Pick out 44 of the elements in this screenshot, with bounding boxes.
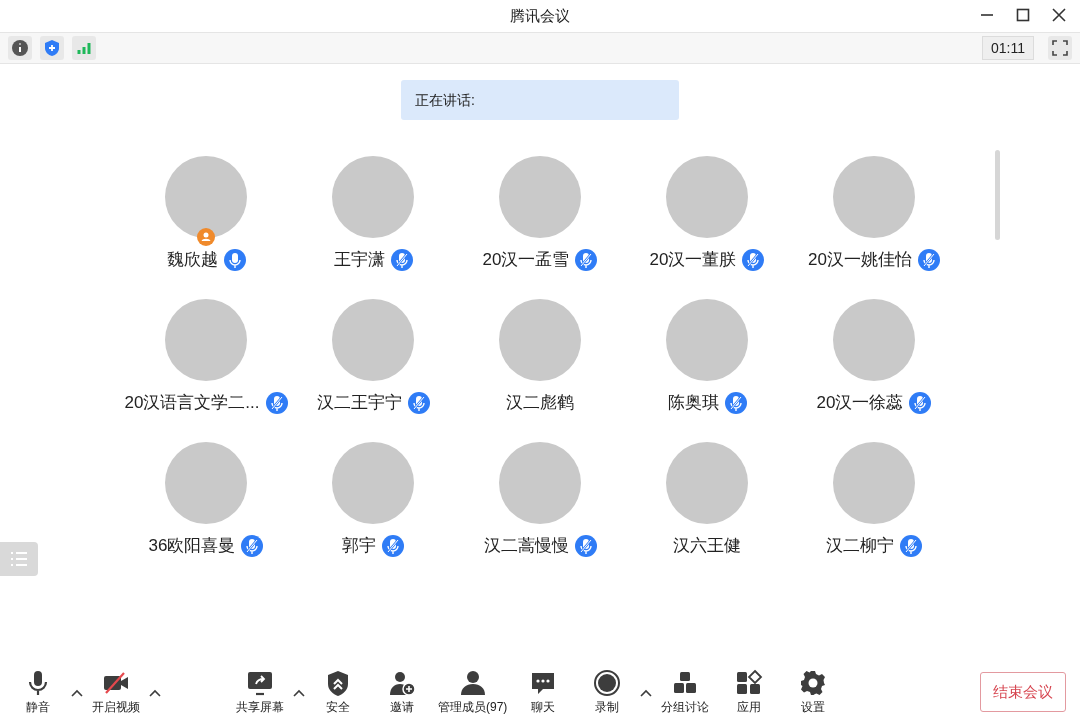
participant-name: 汉二柳宁 <box>826 535 894 558</box>
toolbar-button[interactable]: 开启视频 <box>86 668 146 716</box>
info-icon[interactable] <box>8 36 32 60</box>
toolbar-button[interactable]: 录制 <box>577 668 638 716</box>
participant-name: 陈奥琪 <box>667 392 719 415</box>
participant-name: 20汉一孟雪 <box>482 249 570 272</box>
list-toggle-button[interactable] <box>0 542 38 576</box>
end-meeting-button[interactable]: 结束会议 <box>980 672 1066 712</box>
participant-name: 魏欣越 <box>166 249 218 272</box>
fullscreen-icon[interactable] <box>1048 36 1072 60</box>
participant-name: 汉二蒿慢慢 <box>483 535 569 558</box>
speaking-banner: 正在讲话: <box>401 80 679 120</box>
toolbar-button[interactable]: 静音 <box>8 668 68 716</box>
toolbar-button[interactable]: 管理成员(97) <box>436 668 510 716</box>
caret-icon[interactable] <box>640 688 653 697</box>
meeting-timer: 01:11 <box>982 36 1034 60</box>
scrollbar[interactable] <box>995 150 1000 240</box>
caret-icon[interactable] <box>293 688 305 697</box>
toolbar-button[interactable]: 分组讨论 <box>655 668 716 716</box>
caret-icon[interactable] <box>149 688 161 697</box>
list-icon <box>9 551 29 567</box>
toolbar-button[interactable]: 邀请 <box>372 668 432 716</box>
participant-name: 20汉语言文学二... <box>124 392 260 415</box>
participant-name: 郭宇 <box>342 535 376 558</box>
toolbar-button[interactable]: 安全 <box>308 668 368 716</box>
toolbar-button[interactable]: 应用 <box>719 668 780 716</box>
user-icon <box>458 668 487 697</box>
settings-icon <box>799 668 828 697</box>
participant-name: 汉二彪鹤 <box>506 392 574 415</box>
window-title: 腾讯会议 <box>510 5 570 26</box>
participant-name: 36欧阳喜曼 <box>148 535 236 558</box>
participant-name: 20汉一董朕 <box>649 249 737 272</box>
participant-name: 20汉一姚佳怡 <box>808 249 912 272</box>
toolbar-button[interactable]: 设置 <box>783 668 844 716</box>
toolbar-button[interactable]: 共享屏幕 <box>230 668 290 716</box>
participant-name: 王宇潇 <box>333 249 385 272</box>
record-icon <box>593 668 622 697</box>
participant-name: 汉二王宇宁 <box>316 392 402 415</box>
participant-name: 汉六王健 <box>673 535 741 558</box>
toolbar-button[interactable]: 聊天 <box>513 668 574 716</box>
shield-icon[interactable] <box>40 36 64 60</box>
participant-name: 20汉一徐蕊 <box>816 392 904 415</box>
apps-icon <box>735 668 764 697</box>
caret-icon[interactable] <box>71 688 83 697</box>
